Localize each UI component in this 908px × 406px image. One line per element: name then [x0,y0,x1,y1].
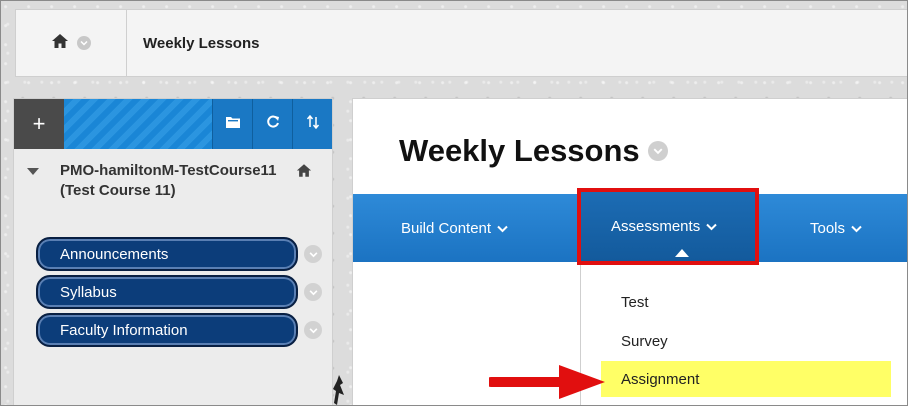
chevron-down-icon[interactable] [77,36,91,50]
sort-button[interactable] [292,99,332,149]
menu-item-survey[interactable]: Survey [581,323,907,359]
page-title-text: Weekly Lessons [399,133,640,168]
add-menu-item-button[interactable]: + [14,99,64,149]
chevron-down-icon [706,218,717,235]
build-content-button[interactable]: Build Content [401,194,508,262]
course-menu: + PMO-hamiltonM-TestCourse11 (Test Cours [13,98,333,405]
folder-icon [225,115,241,134]
menu-item-announcements[interactable]: Announcements [14,235,332,273]
assessments-label-wrap: Assessments [611,192,717,261]
menu-item-label[interactable]: Faculty Information [36,313,298,347]
breadcrumb-home[interactable] [16,10,127,76]
menu-item-label[interactable]: Announcements [36,237,298,271]
refresh-icon [266,115,280,134]
assessments-button[interactable]: Assessments [577,188,759,265]
decorative-figure-icon [333,375,344,405]
chevron-down-icon[interactable] [647,141,668,161]
annotation-arrow-icon [489,365,605,399]
collapse-triangle-icon[interactable] [27,168,39,175]
action-label: Build Content [401,219,492,237]
screenshot-frame: Weekly Lessons + PMO-hamiltonM-TestCours… [0,0,908,406]
chevron-down-icon[interactable] [304,245,322,263]
course-title-text: PMO-hamiltonM-TestCourse11 (Test Course … [60,162,277,199]
menu-item-assignment[interactable]: Assignment [601,361,891,397]
action-label: Tools [810,219,846,237]
action-label: Assessments [611,218,701,235]
refresh-button[interactable] [252,99,292,149]
breadcrumb-current[interactable]: Weekly Lessons [143,35,259,52]
chevron-down-icon[interactable] [304,283,322,301]
menu-item-syllabus[interactable]: Syllabus [14,273,332,311]
content-area: Weekly Lessons Build Content Tools Asses… [352,98,907,405]
menu-item-label[interactable]: Syllabus [36,275,298,309]
assessments-dropdown: Test Survey Assignment [580,265,907,405]
dropdown-pointer [675,249,689,257]
menu-item-faculty-information[interactable]: Faculty Information [14,311,332,349]
course-home-icon[interactable] [296,163,312,184]
folder-view-button[interactable] [212,99,252,149]
chevron-down-icon [851,220,862,237]
sort-icon [306,114,320,134]
course-menu-toolbar: + [14,99,332,149]
breadcrumb: Weekly Lessons [15,9,907,77]
chevron-down-icon[interactable] [304,321,322,339]
home-icon[interactable] [51,33,69,54]
page-title: Weekly Lessons [399,133,668,169]
tools-button[interactable]: Tools [810,194,862,262]
menu-item-test[interactable]: Test [581,284,907,320]
course-title[interactable]: PMO-hamiltonM-TestCourse11 (Test Course … [14,149,332,235]
chevron-down-icon [497,220,508,237]
